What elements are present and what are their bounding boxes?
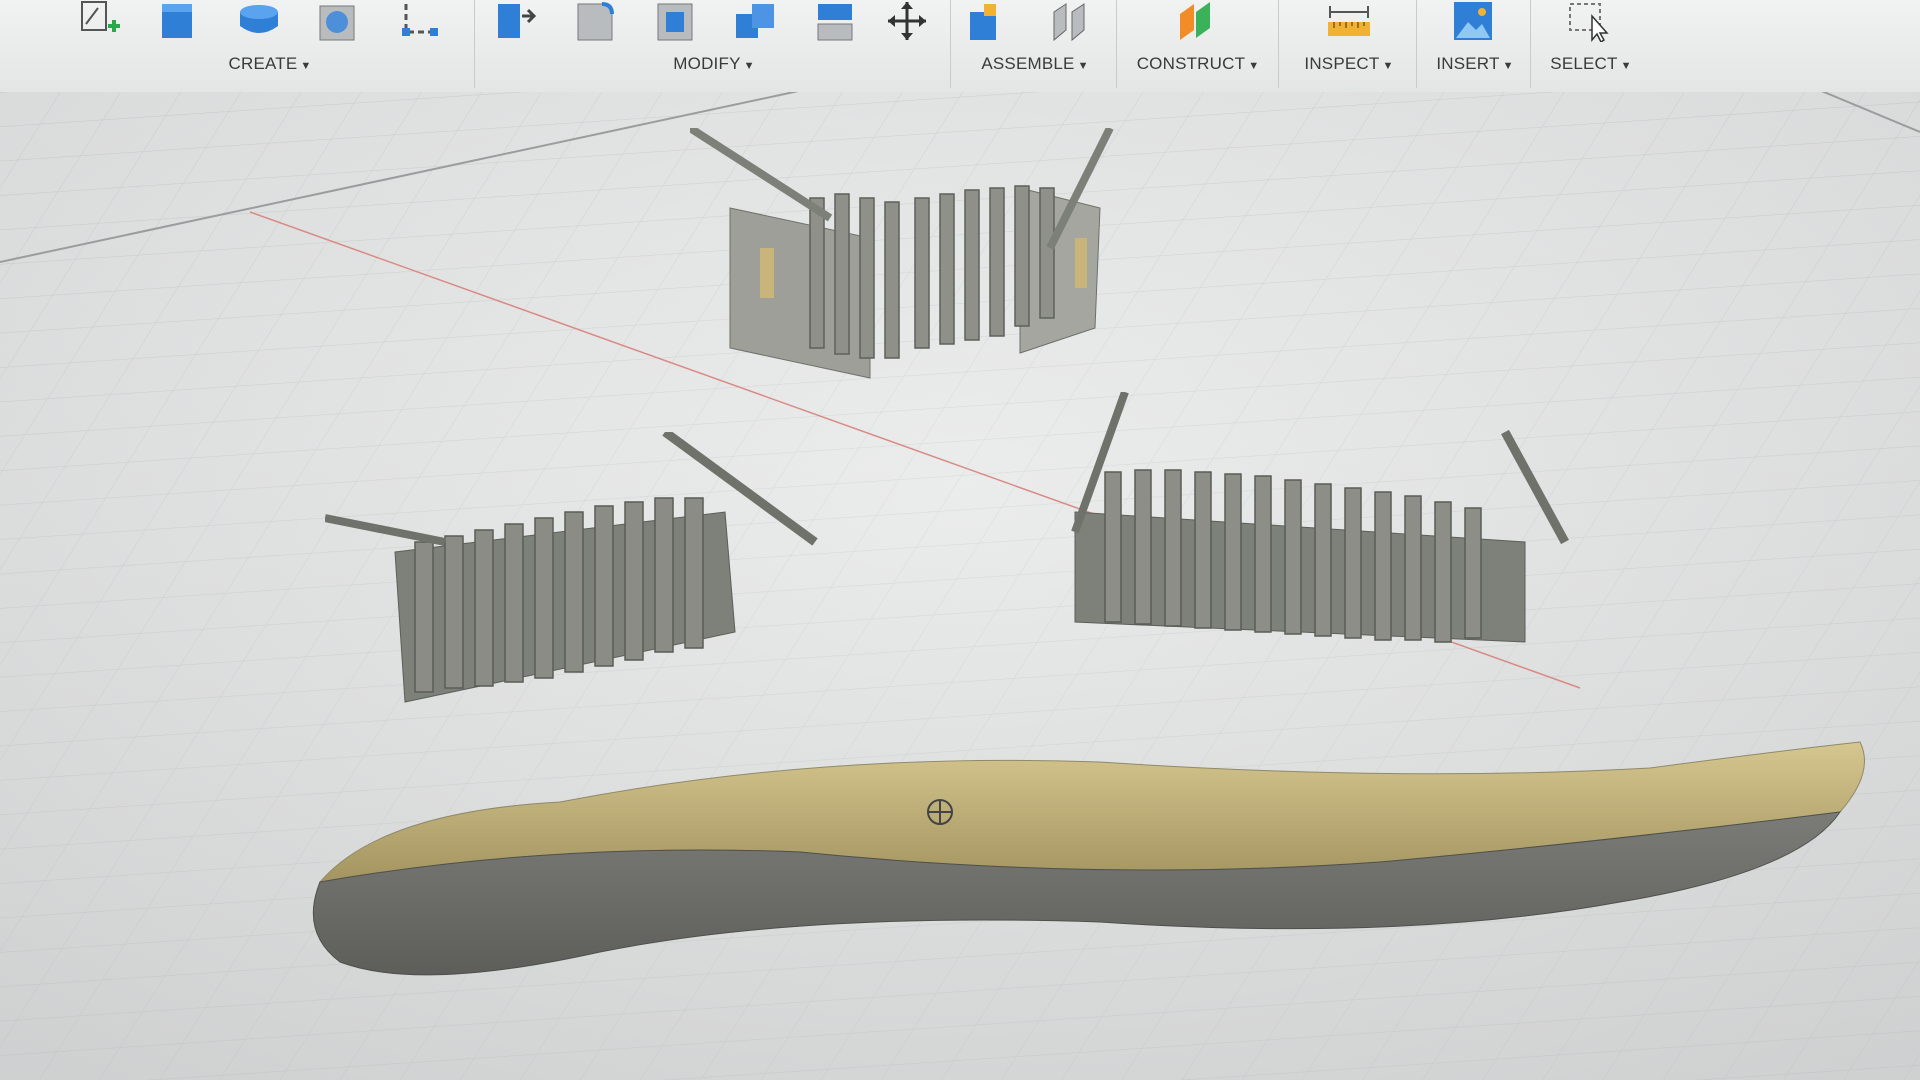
extrude-box-icon[interactable] (156, 0, 202, 42)
create-icons (60, 0, 480, 46)
insert-menu[interactable]: INSERT ▼ (1420, 54, 1530, 74)
toolbar-divider (1416, 0, 1417, 88)
modify-group: MODIFY ▼ (484, 0, 944, 92)
line-dimension-icon[interactable] (396, 0, 442, 42)
inspect-group: INSPECT ▼ (1284, 0, 1414, 92)
toolbar-divider (1530, 0, 1531, 88)
create-menu[interactable]: CREATE ▼ (60, 54, 480, 74)
revolve-icon[interactable] (236, 0, 282, 42)
lattice-body-2[interactable] (325, 432, 825, 762)
new-component-icon[interactable] (966, 0, 1012, 42)
toolbar-divider (1116, 0, 1117, 88)
create-label: CREATE (228, 54, 298, 73)
construct-label: CONSTRUCT (1136, 54, 1246, 73)
modify-menu[interactable]: MODIFY ▼ (484, 54, 944, 74)
press-pull-icon[interactable] (492, 0, 538, 42)
chevron-down-icon: ▼ (1620, 60, 1632, 72)
construct-icons (1124, 0, 1272, 46)
chevron-down-icon: ▼ (1382, 60, 1394, 72)
assemble-icons (956, 0, 1114, 46)
inspect-icons (1284, 0, 1414, 46)
combine-icon[interactable] (732, 0, 778, 42)
origin-gizmo-icon[interactable] (927, 799, 953, 825)
measure-icon[interactable] (1326, 0, 1372, 42)
select-label: SELECT (1550, 54, 1618, 73)
insert-image-icon[interactable] (1450, 0, 1496, 42)
select-group: SELECT ▼ (1536, 0, 1646, 92)
toolbar-divider (950, 0, 951, 88)
chevron-down-icon: ▼ (1248, 60, 1260, 72)
canvas-viewport[interactable] (0, 92, 1920, 1080)
construct-group: CONSTRUCT ▼ (1124, 0, 1272, 92)
assemble-group: ASSEMBLE ▼ (956, 0, 1114, 92)
assemble-label: ASSEMBLE (981, 54, 1075, 73)
select-menu[interactable]: SELECT ▼ (1536, 54, 1646, 74)
lattice-body-1[interactable] (690, 128, 1120, 388)
construct-menu[interactable]: CONSTRUCT ▼ (1124, 54, 1272, 74)
move-icon[interactable] (884, 0, 930, 42)
insert-icons (1420, 0, 1530, 46)
inspect-label: INSPECT (1304, 54, 1380, 73)
modify-icons (484, 0, 944, 46)
sketch-plus-icon[interactable] (76, 0, 122, 42)
hole-icon[interactable] (316, 0, 362, 42)
chevron-down-icon: ▼ (1077, 60, 1089, 72)
shell-icon[interactable] (652, 0, 698, 42)
inspect-menu[interactable]: INSPECT ▼ (1284, 54, 1414, 74)
insole-shell[interactable] (300, 732, 1880, 1012)
toolbar: CREATE ▼ MODIFY ▼ ASSEMBLE ▼ CONSTRUCT ▼… (0, 0, 1920, 93)
modify-label: MODIFY (673, 54, 741, 73)
lattice-body-3[interactable] (1055, 392, 1585, 702)
toolbar-divider (474, 0, 475, 88)
assemble-menu[interactable]: ASSEMBLE ▼ (956, 54, 1114, 74)
joint-icon[interactable] (1046, 0, 1092, 42)
chevron-down-icon: ▼ (743, 60, 755, 72)
chevron-down-icon: ▼ (1502, 60, 1514, 72)
split-icon[interactable] (812, 0, 858, 42)
offset-plane-icon[interactable] (1174, 0, 1220, 42)
toolbar-divider (1278, 0, 1279, 88)
insert-label: INSERT (1436, 54, 1500, 73)
create-group: CREATE ▼ (60, 0, 480, 92)
insert-group: INSERT ▼ (1420, 0, 1530, 92)
fillet-icon[interactable] (572, 0, 618, 42)
select-icons (1536, 0, 1646, 46)
chevron-down-icon: ▼ (300, 60, 312, 72)
select-window-icon[interactable] (1566, 0, 1612, 42)
